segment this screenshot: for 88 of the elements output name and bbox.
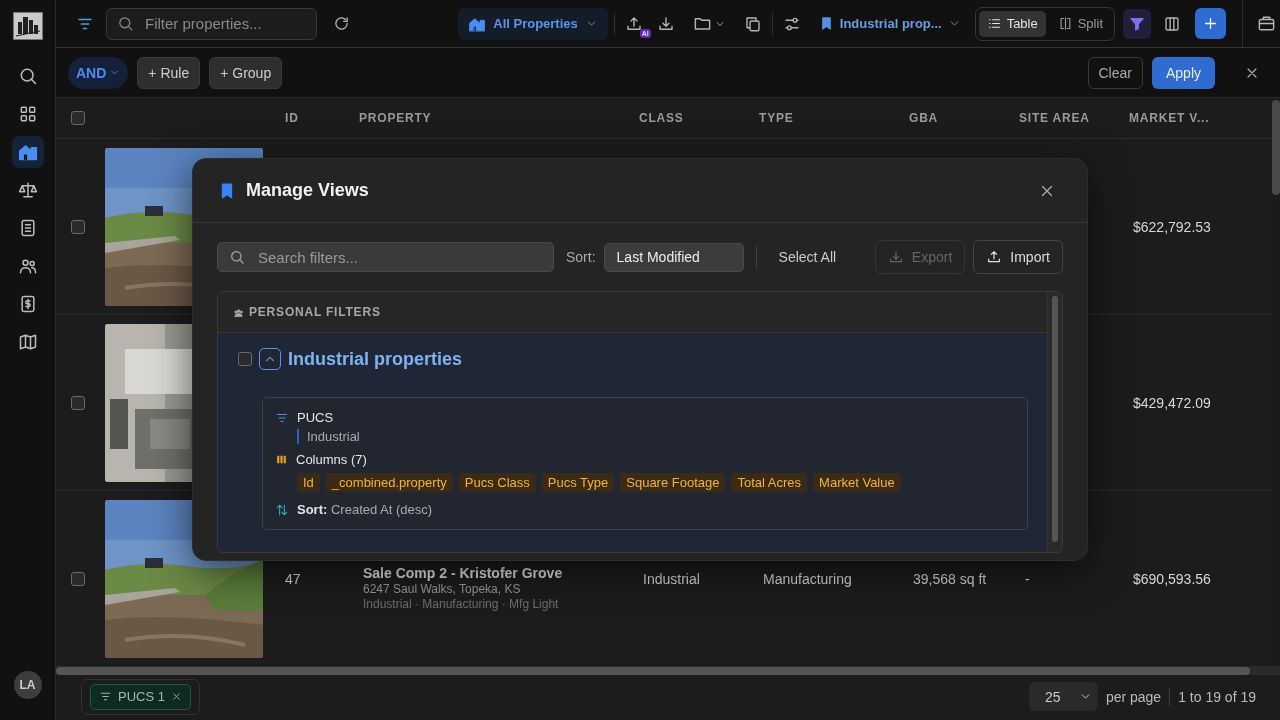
column-tag: _combined.property [325,473,453,492]
column-header[interactable]: TYPE [759,111,909,125]
columns-label: Columns (7) [296,452,367,467]
pagination-range: 1 to 19 of 19 [1178,688,1256,705]
split-view-icon [1057,16,1073,31]
import-button[interactable]: Import [973,240,1063,274]
view-checkbox[interactable] [238,352,252,366]
filter-lines-icon [99,690,112,703]
column-tag: Market Value [813,473,901,492]
list-icon [986,16,1002,31]
section-header: PERSONAL FILTERS [249,305,381,319]
map-icon [17,332,38,352]
view-mode-tab[interactable]: Table [978,10,1046,37]
horizontal-scrollbar[interactable] [56,667,1250,675]
search-field[interactable]: Filter properties... [106,7,317,40]
column-tag: Pucs Type [541,473,615,492]
scale-icon [17,180,38,200]
nav-item[interactable] [11,136,44,168]
copy-icon [743,14,762,33]
column-tag: Pucs Class [458,473,536,492]
refresh-icon [333,15,350,32]
vertical-scrollbar[interactable] [1052,296,1058,542]
funnel-icon [1129,15,1145,32]
sort-arrows-icon [275,502,289,517]
upload-icon [624,14,643,33]
expand-toggle[interactable] [259,348,281,370]
download-icon [656,14,675,33]
dialog-title: Manage Views [246,180,369,201]
row-checkbox[interactable] [71,219,85,234]
clear-button[interactable]: Clear [1087,56,1143,89]
table-cell-text: $429,472.09 [1132,394,1212,411]
add-filter-button[interactable]: + Rule [137,56,201,89]
property-tags: Industrial · Manufacturing · Mfg Light [363,596,639,611]
column-header[interactable]: ID [285,111,359,125]
sort-select[interactable]: Last Modified [603,242,744,272]
view-selector[interactable]: All Properties [458,7,608,40]
logo-icon[interactable] [12,12,43,40]
search-icon [229,249,245,265]
column-tag: Total Acres [731,473,808,492]
column-header[interactable]: PROPERTY [359,111,639,125]
plus-icon [1202,15,1219,32]
select-all-checkbox[interactable] [71,111,85,125]
property-address: 6247 Saul Walks, Topeka, KS [363,581,522,596]
page-size-select[interactable]: 25 [1028,682,1098,711]
column-tag: Square Footage [620,473,726,492]
table-cell-text: Manufacturing [762,570,853,587]
search-field[interactable]: Search filters... [217,242,554,272]
filter-value: Industrial [297,429,1013,444]
table-cell-text: 47 [285,570,302,587]
user-avatar[interactable]: LA [13,671,42,699]
column-header[interactable]: CLASS [639,111,759,125]
buildings-icon [17,142,38,162]
select-all-button[interactable]: Select All [768,249,847,265]
table-cell-text: 39,568 sq ft [912,570,988,587]
per-page-label: per page [1105,688,1162,705]
saved-view-selector[interactable]: Industrial prop... [812,16,967,31]
download-icon [887,249,904,265]
apply-button[interactable]: Apply [1151,56,1215,89]
column-header[interactable]: GBA [909,111,1019,125]
vertical-scrollbar[interactable] [1272,100,1280,195]
table-cell-text: $690,593.56 [1132,570,1212,587]
search-icon [117,14,134,32]
column-tag: Id [297,473,320,492]
people-icon [17,256,38,276]
column-header[interactable]: SITE AREA [1019,111,1129,125]
row-checkbox[interactable] [71,571,85,586]
table-cell-text: Industrial [642,570,701,587]
view-name[interactable]: Industrial properties [288,348,463,370]
table-cell-text: $622,792.53 [1132,218,1212,235]
upload-icon [986,249,1003,265]
view-mode-tab[interactable]: Split [1049,10,1111,37]
add-filter-button[interactable]: + Group [209,56,283,89]
table-cell-text: - [1024,570,1031,587]
add-button[interactable] [1195,8,1226,39]
briefcase-icon [1257,14,1276,33]
people-icon [233,306,244,318]
columns-icon [1163,14,1181,33]
sort-description: Sort: Created At (desc) [297,502,433,517]
sort-label: Sort: [566,249,596,265]
columns-bars-icon [275,453,288,466]
close-icon [170,691,182,702]
column-header[interactable]: MARKET V... [1129,111,1272,125]
filter-chip[interactable]: PUCS 1 [90,683,191,710]
filter-toggle-button[interactable] [1123,8,1151,39]
property-name: Sale Comp 2 - Kristofer Grove [363,564,564,581]
operator-dropdown[interactable]: AND [68,56,129,89]
filter-field: PUCS [297,410,334,425]
row-checkbox[interactable] [71,395,85,410]
